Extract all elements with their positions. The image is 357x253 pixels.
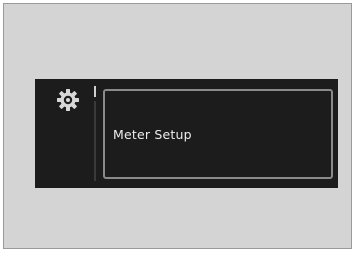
meter-setup-label: Meter Setup: [113, 127, 192, 142]
divider: [94, 101, 96, 181]
figure-frame: Meter Setup: [3, 3, 352, 249]
meter-setup-item[interactable]: Meter Setup: [103, 89, 333, 179]
gear-icon: [56, 88, 80, 112]
meter-display: Meter Setup: [35, 79, 338, 188]
scroll-indicator: [94, 86, 96, 97]
